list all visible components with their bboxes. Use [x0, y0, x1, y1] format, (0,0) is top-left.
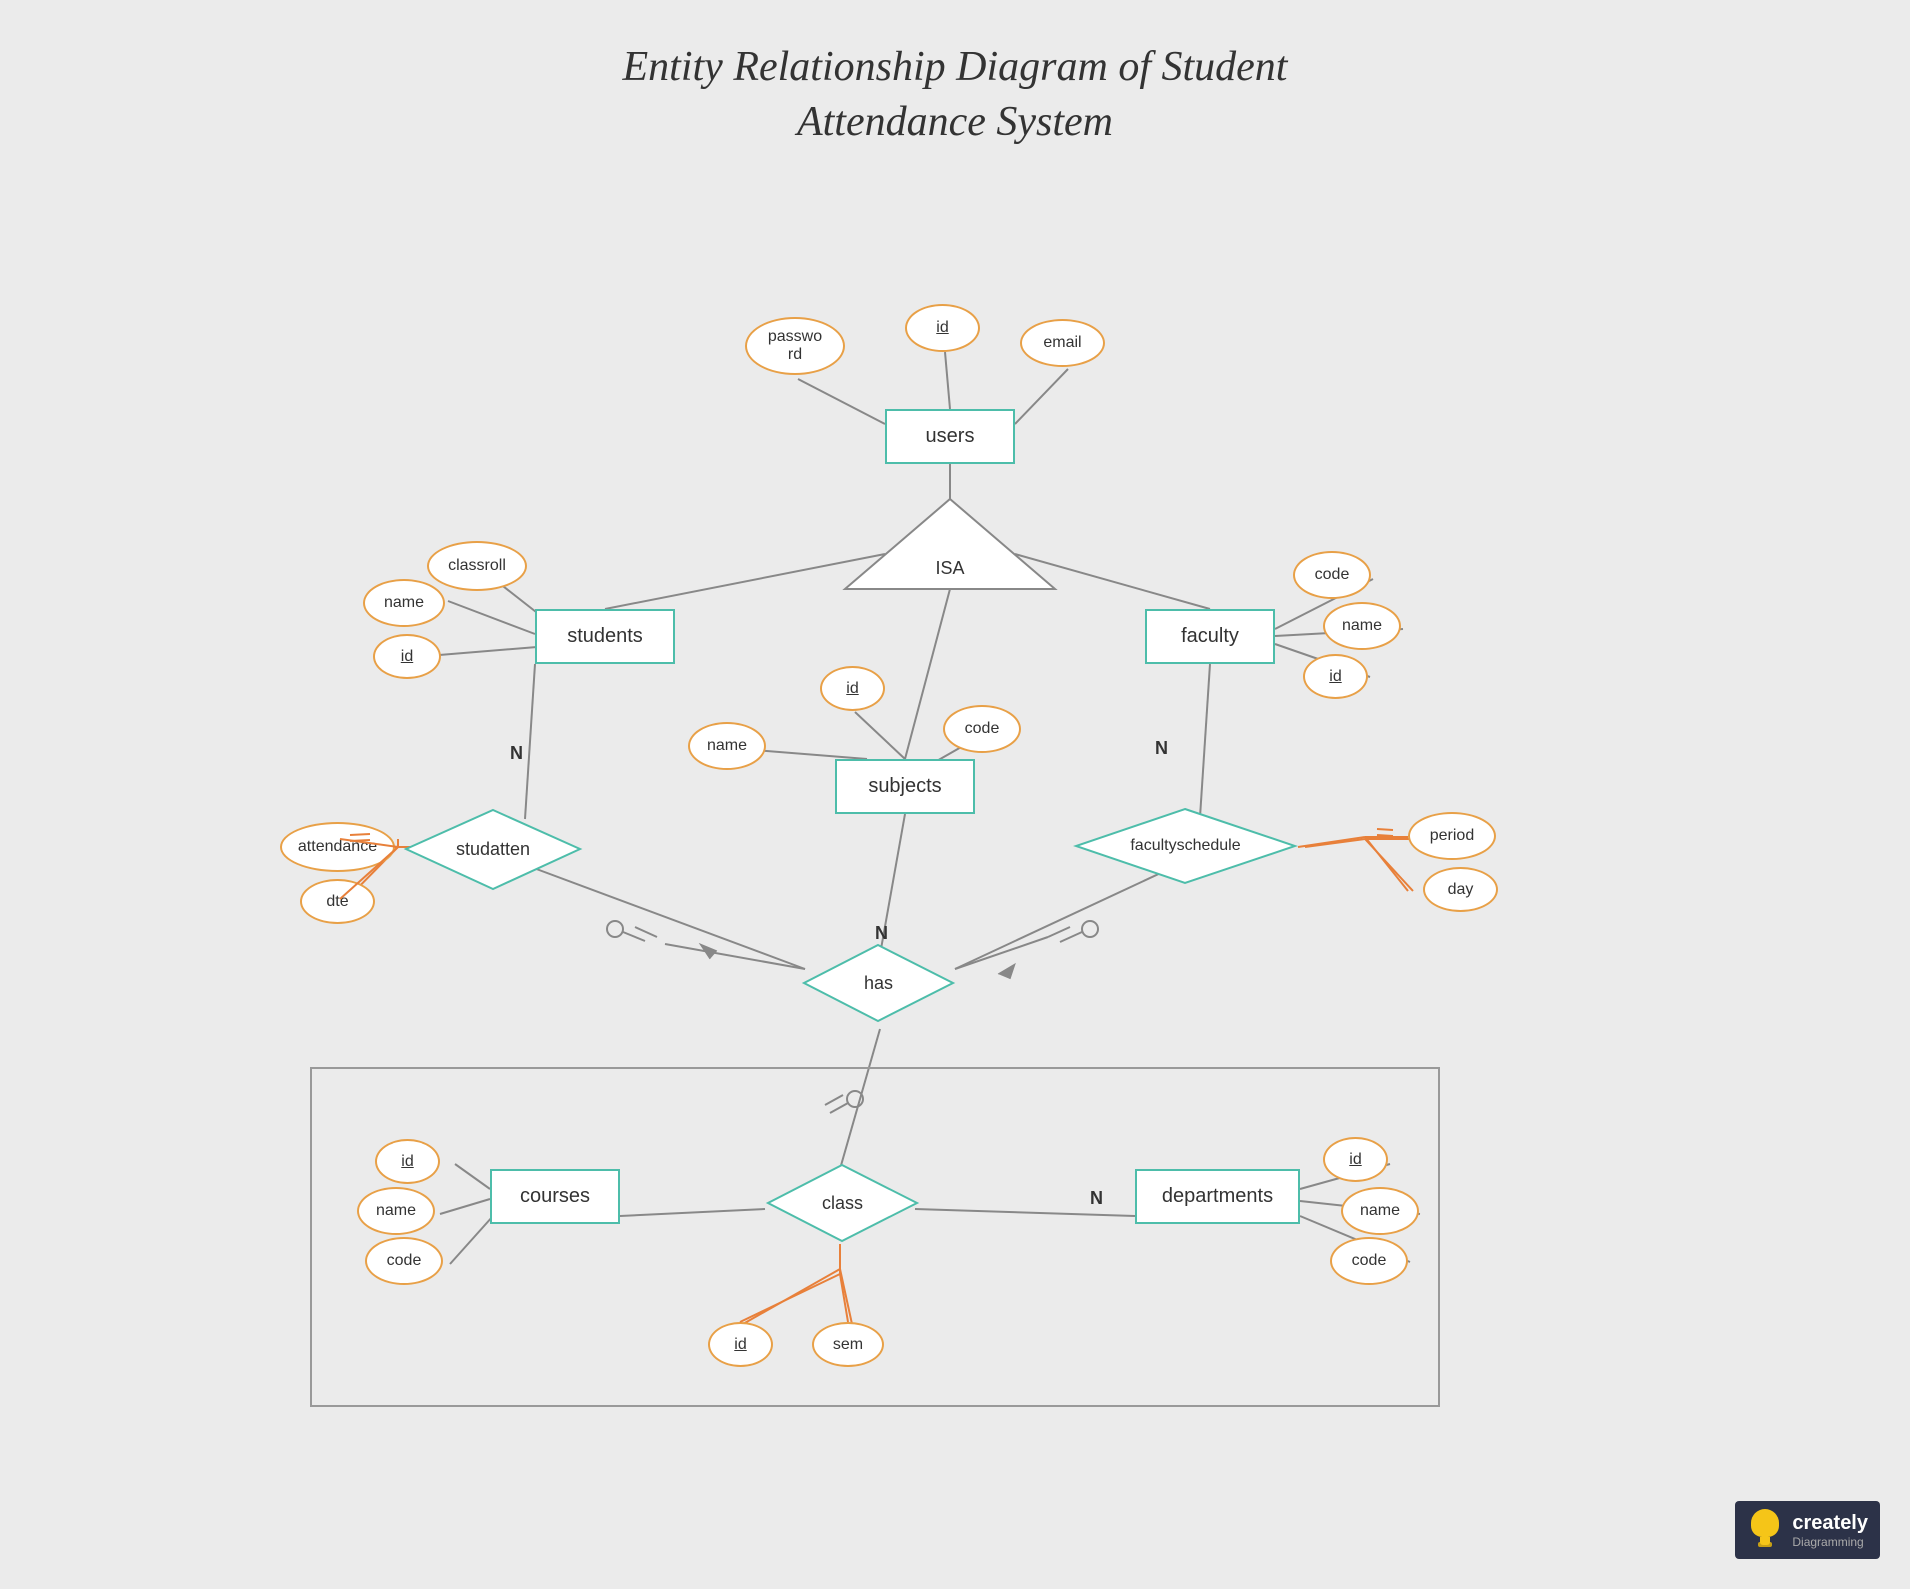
diagram-area: N N N N N users students faculty subject…	[155, 179, 1755, 1529]
attr-studatten-attendance: attendance	[280, 822, 395, 872]
attr-faculty-name: name	[1323, 602, 1401, 650]
attr-faculty-id: id	[1303, 654, 1368, 699]
attr-students-name: name	[363, 579, 445, 627]
attr-students-classroll: classroll	[427, 541, 527, 591]
entity-students: students	[535, 609, 675, 664]
subgroup-box	[310, 1067, 1440, 1407]
svg-text:N: N	[1155, 738, 1168, 758]
attr-studatten-dte: dte	[300, 879, 375, 924]
svg-text:N: N	[510, 743, 523, 763]
attr-subjects-id: id	[820, 666, 885, 711]
svg-text:ISA: ISA	[935, 558, 964, 578]
attr-users-id: id	[905, 304, 980, 352]
attr-users-password: password	[745, 317, 845, 375]
attr-users-email: email	[1020, 319, 1105, 367]
main-container: Entity Relationship Diagram of Student A…	[0, 0, 1910, 1589]
relationship-isa: ISA	[840, 494, 1060, 594]
svg-text:N: N	[875, 923, 888, 943]
attr-subjects-code: code	[943, 705, 1021, 753]
entity-faculty: faculty	[1145, 609, 1275, 664]
attr-facultyschedule-period: period	[1408, 812, 1496, 860]
entity-subjects: subjects	[835, 759, 975, 814]
attr-facultyschedule-day: day	[1423, 867, 1498, 912]
relationship-facultyschedule: facultyschedule	[1073, 806, 1298, 886]
attr-faculty-code: code	[1293, 551, 1371, 599]
entity-users: users	[885, 409, 1015, 464]
attr-students-id: id	[373, 634, 441, 679]
creately-logo: creately Diagramming	[1735, 1501, 1880, 1559]
attr-subjects-name: name	[688, 722, 766, 770]
relationship-studatten: studatten	[403, 807, 583, 892]
relationship-has: has	[801, 942, 956, 1024]
diagram-title: Entity Relationship Diagram of Student A…	[623, 40, 1288, 149]
